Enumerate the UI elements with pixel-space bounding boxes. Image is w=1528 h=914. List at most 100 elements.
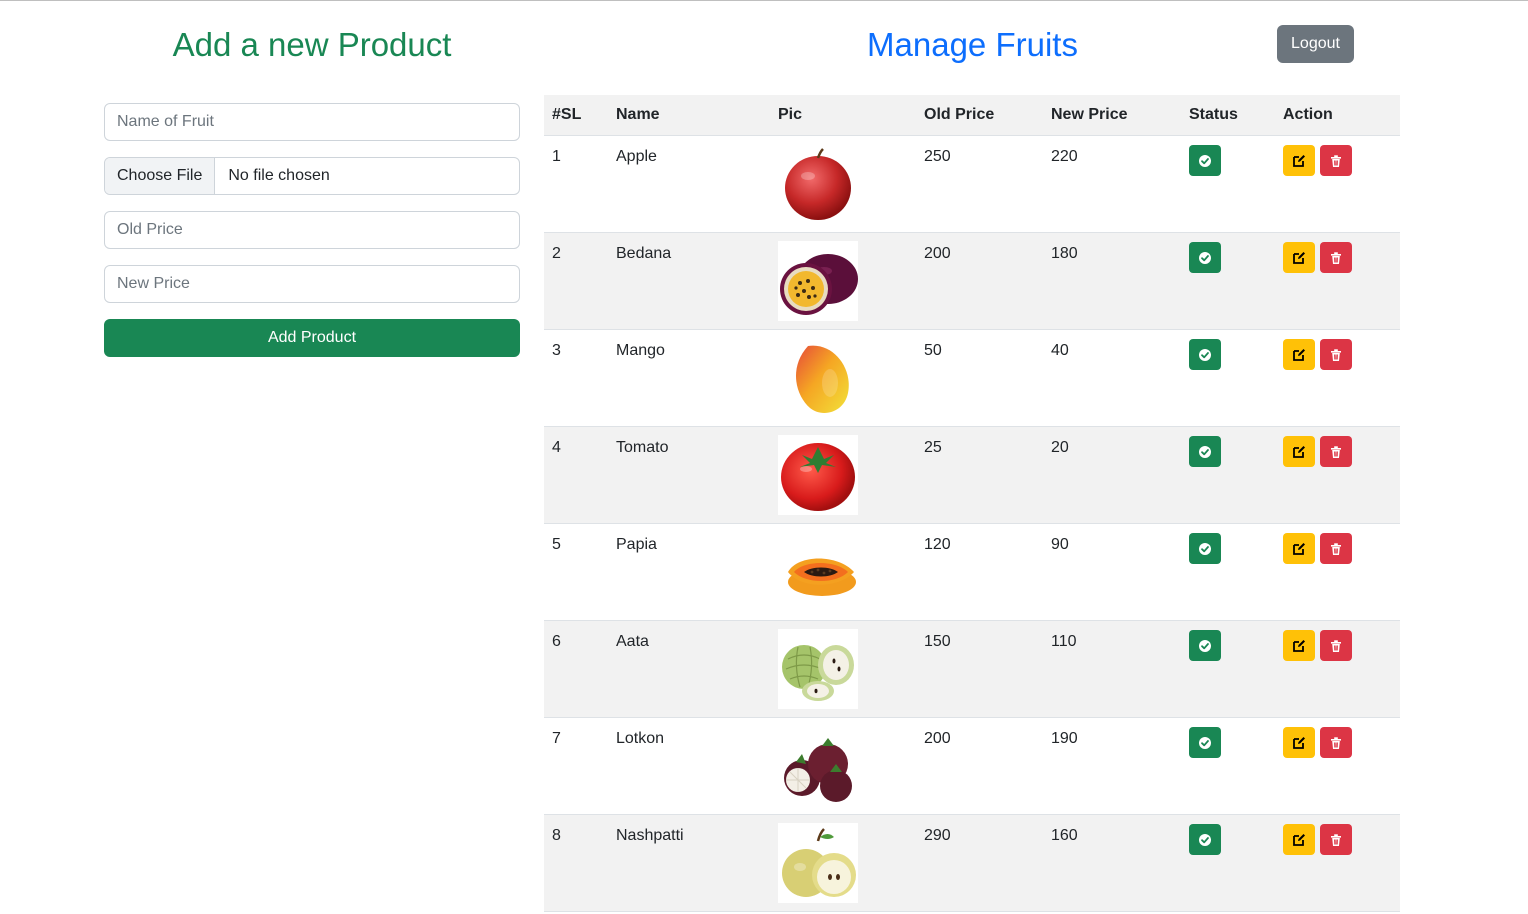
fruit-image-file-input[interactable]: Choose File No file chosen xyxy=(104,157,520,195)
row-old-price: 200 xyxy=(924,730,951,747)
edit-button[interactable] xyxy=(1283,242,1315,273)
trash-icon xyxy=(1329,833,1343,847)
edit-button[interactable] xyxy=(1283,339,1315,370)
trash-icon xyxy=(1329,251,1343,265)
check-circle-icon xyxy=(1198,639,1212,653)
edit-button[interactable] xyxy=(1283,145,1315,176)
row-name: Aata xyxy=(616,633,649,650)
trash-icon xyxy=(1329,154,1343,168)
table-header: #SL Name Pic Old Price New Price Status … xyxy=(544,95,1400,136)
edit-button[interactable] xyxy=(1283,630,1315,661)
choose-file-button[interactable]: Choose File xyxy=(105,158,216,194)
edit-icon xyxy=(1292,348,1306,362)
fruit-image xyxy=(778,241,858,321)
status-button[interactable] xyxy=(1189,824,1221,855)
edit-icon xyxy=(1292,736,1306,750)
edit-button[interactable] xyxy=(1283,436,1315,467)
table-row: 1 Apple 250 220 xyxy=(544,136,1400,233)
row-sl: 6 xyxy=(552,633,561,650)
table-body: 1 Apple 250 220 2 Bedana 200 180 3 Mango 50 40 4 Toma… xyxy=(544,136,1400,912)
table-row: 7 Lotkon 200 190 xyxy=(544,718,1400,815)
delete-button[interactable] xyxy=(1320,533,1352,564)
edit-button[interactable] xyxy=(1283,824,1315,855)
edit-icon xyxy=(1292,445,1306,459)
row-sl: 4 xyxy=(552,439,561,456)
status-button[interactable] xyxy=(1189,145,1221,176)
add-product-button[interactable]: Add Product xyxy=(104,319,520,357)
header-action: Action xyxy=(1283,106,1333,123)
row-new-price: 160 xyxy=(1051,827,1078,844)
row-new-price: 20 xyxy=(1051,439,1069,456)
status-button[interactable] xyxy=(1189,436,1221,467)
header-new-price: New Price xyxy=(1051,106,1128,123)
trash-icon xyxy=(1329,639,1343,653)
check-circle-icon xyxy=(1198,348,1212,362)
status-button[interactable] xyxy=(1189,339,1221,370)
file-status-text: No file chosen xyxy=(228,167,330,184)
row-name: Tomato xyxy=(616,439,669,456)
table-row: 5 Papia 120 90 xyxy=(544,524,1400,621)
header-name: Name xyxy=(616,106,660,123)
row-new-price: 190 xyxy=(1051,730,1078,747)
edit-button[interactable] xyxy=(1283,727,1315,758)
status-button[interactable] xyxy=(1189,242,1221,273)
fruit-name-input[interactable]: Name of Fruit xyxy=(104,103,520,141)
row-name: Papia xyxy=(616,536,657,553)
status-button[interactable] xyxy=(1189,533,1221,564)
check-circle-icon xyxy=(1198,154,1212,168)
logout-button[interactable]: Logout xyxy=(1277,25,1354,63)
fruit-image xyxy=(778,726,858,806)
header-pic: Pic xyxy=(778,106,803,123)
delete-button[interactable] xyxy=(1320,145,1352,176)
new-price-placeholder: New Price xyxy=(117,275,190,292)
row-name: Mango xyxy=(616,342,665,359)
edit-icon xyxy=(1292,639,1306,653)
row-old-price: 290 xyxy=(924,827,951,844)
trash-icon xyxy=(1329,348,1343,362)
row-name: Apple xyxy=(616,148,657,165)
old-price-input[interactable]: Old Price xyxy=(104,211,520,249)
check-circle-icon xyxy=(1198,445,1212,459)
delete-button[interactable] xyxy=(1320,436,1352,467)
row-name: Lotkon xyxy=(616,730,665,747)
manage-fruits-title: Manage Fruits xyxy=(867,26,1078,63)
edit-icon xyxy=(1292,542,1306,556)
row-old-price: 250 xyxy=(924,148,951,165)
delete-button[interactable] xyxy=(1320,242,1352,273)
fruit-image xyxy=(778,629,858,709)
status-button[interactable] xyxy=(1189,727,1221,758)
fruit-image xyxy=(778,435,858,515)
fruit-image xyxy=(778,144,858,224)
edit-button[interactable] xyxy=(1283,533,1315,564)
new-price-input[interactable]: New Price xyxy=(104,265,520,303)
fruit-name-placeholder: Name of Fruit xyxy=(117,113,214,130)
trash-icon xyxy=(1329,542,1343,556)
row-old-price: 25 xyxy=(924,439,942,456)
delete-button[interactable] xyxy=(1320,630,1352,661)
trash-icon xyxy=(1329,736,1343,750)
fruit-image xyxy=(778,532,858,612)
row-sl: 1 xyxy=(552,148,561,165)
check-circle-icon xyxy=(1198,251,1212,265)
status-button[interactable] xyxy=(1189,630,1221,661)
row-sl: 3 xyxy=(552,342,561,359)
row-new-price: 180 xyxy=(1051,245,1078,262)
table-row: 8 Nashpatti 290 160 xyxy=(544,815,1400,912)
edit-icon xyxy=(1292,251,1306,265)
row-sl: 7 xyxy=(552,730,561,747)
table-row: 2 Bedana 200 180 xyxy=(544,233,1400,330)
edit-icon xyxy=(1292,833,1306,847)
row-old-price: 200 xyxy=(924,245,951,262)
delete-button[interactable] xyxy=(1320,727,1352,758)
fruit-image xyxy=(778,338,858,418)
delete-button[interactable] xyxy=(1320,824,1352,855)
row-sl: 5 xyxy=(552,536,561,553)
row-new-price: 40 xyxy=(1051,342,1069,359)
trash-icon xyxy=(1329,445,1343,459)
row-sl: 8 xyxy=(552,827,561,844)
row-new-price: 110 xyxy=(1051,633,1077,650)
delete-button[interactable] xyxy=(1320,339,1352,370)
row-sl: 2 xyxy=(552,245,561,262)
check-circle-icon xyxy=(1198,542,1212,556)
header-old-price: Old Price xyxy=(924,106,995,123)
